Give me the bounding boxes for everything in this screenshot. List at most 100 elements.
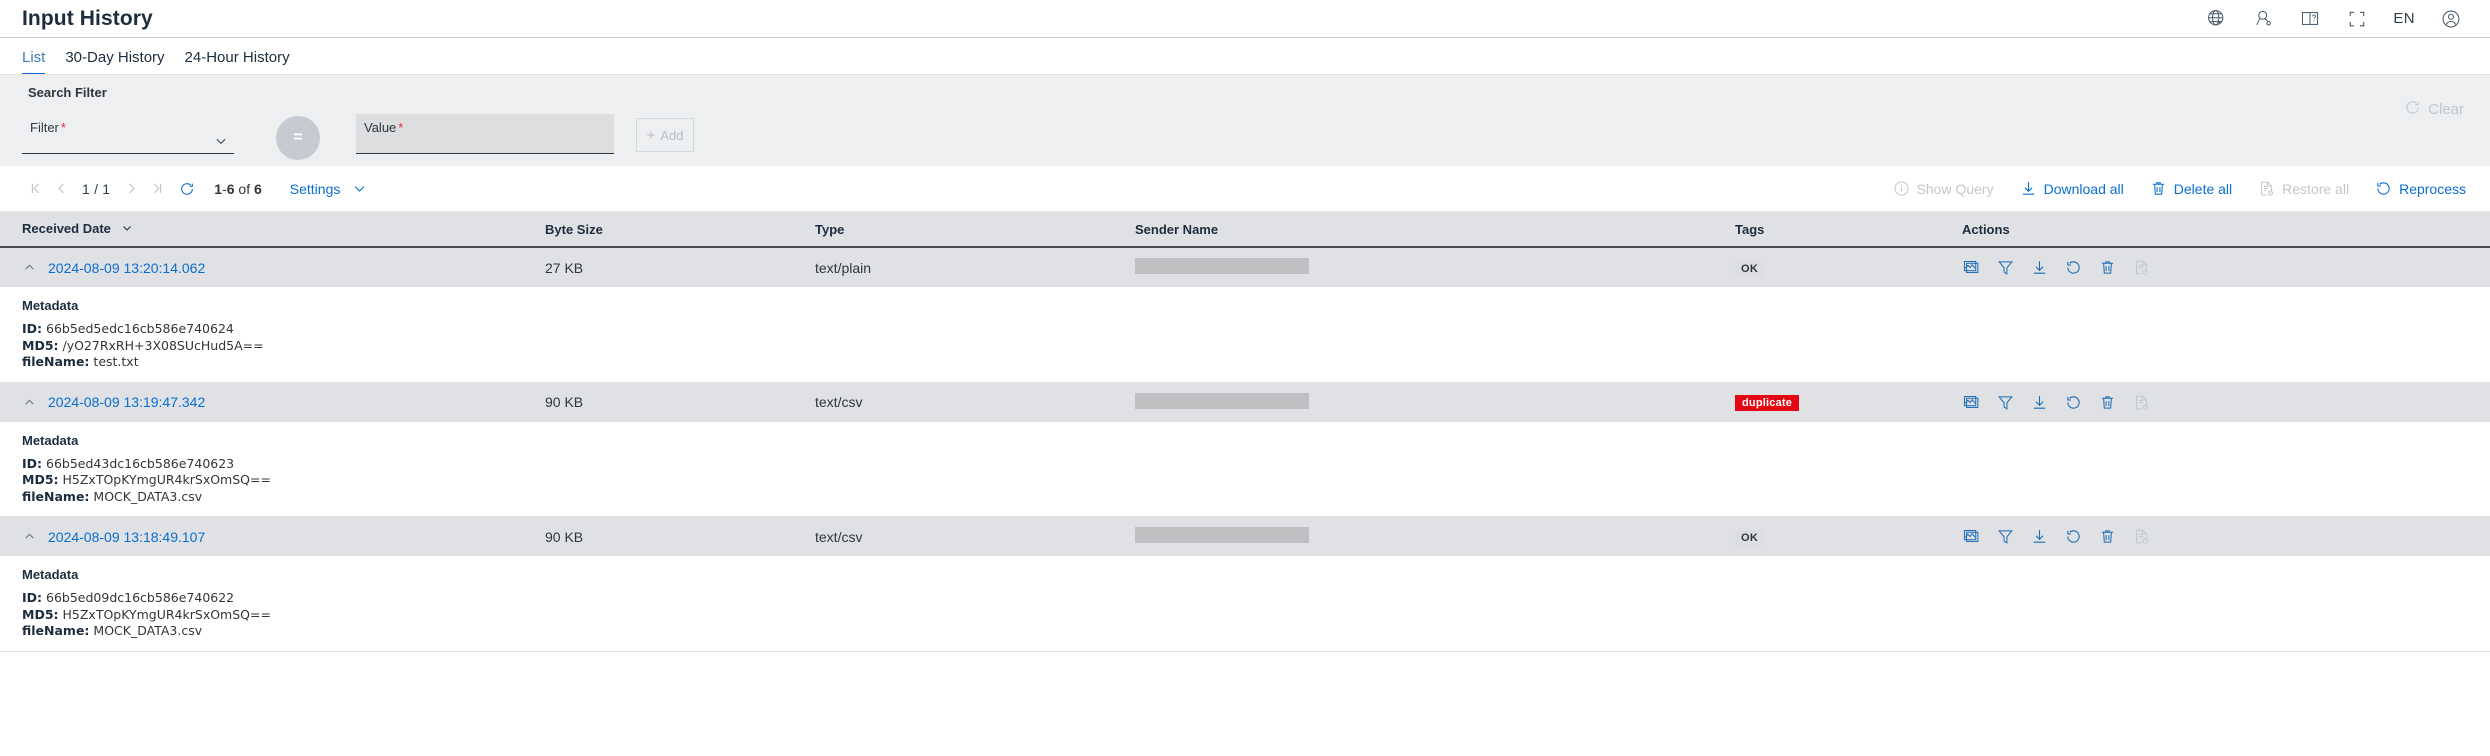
download-icon[interactable] — [2030, 393, 2048, 411]
clear-label: Clear — [2428, 101, 2464, 118]
column-header-received-date[interactable]: Received Date — [0, 221, 545, 237]
row-date-cell: 2024-08-09 13:19:47.342 — [0, 394, 545, 410]
metadata-panel: Metadata ID: 66b5ed09dc16cb586e740622 MD… — [0, 556, 2490, 652]
filter-funnel-icon[interactable] — [1996, 528, 2014, 546]
user-account-icon[interactable] — [2440, 8, 2462, 30]
restore-all-button[interactable]: Restore all — [2258, 180, 2349, 197]
column-header-sender-name[interactable]: Sender Name — [1135, 222, 1735, 237]
metadata-title: Metadata — [22, 298, 79, 313]
table-row[interactable]: 2024-08-09 13:19:47.342 90 KB text/csv d… — [0, 382, 2490, 422]
search-filter-title: Search Filter — [28, 85, 107, 100]
delete-icon[interactable] — [2098, 393, 2116, 411]
metadata-panel: Metadata ID: 66b5ed43dc16cb586e740623 MD… — [0, 421, 2490, 517]
filter-select-label: Filter * — [30, 120, 66, 135]
column-header-actions: Actions — [1962, 221, 2010, 237]
pagination-controls: 1 / 1 — [22, 176, 200, 202]
range-last: 6 — [226, 180, 235, 197]
received-date-link[interactable]: 2024-08-09 13:18:49.107 — [48, 529, 205, 545]
support-person-icon[interactable] — [2252, 8, 2274, 30]
download-all-label: Download all — [2043, 180, 2124, 197]
clear-filter-button[interactable]: Clear — [2404, 99, 2464, 120]
row-date-cell: 2024-08-09 13:18:49.107 — [0, 529, 545, 545]
download-icon[interactable] — [2030, 259, 2048, 277]
input-history-table: Received Date Byte Size Type Sender Name… — [0, 212, 2490, 652]
metadata-id: ID: 66b5ed09dc16cb586e740622 — [22, 590, 235, 605]
value-input[interactable]: Value * — [356, 114, 614, 154]
settings-chevron-down-icon[interactable] — [352, 181, 367, 196]
tab-30-day-history[interactable]: 30-Day History — [65, 49, 164, 74]
globe-icon[interactable] — [2205, 8, 2227, 30]
range-of: of — [238, 180, 251, 197]
range-total: 6 — [253, 180, 262, 197]
next-page-button[interactable] — [118, 176, 144, 202]
delete-all-button[interactable]: Delete all — [2150, 180, 2232, 197]
last-page-button[interactable] — [144, 176, 170, 202]
preview-icon[interactable] — [1962, 528, 1980, 546]
filter-funnel-icon[interactable] — [1996, 393, 2014, 411]
reprocess-button[interactable]: Reprocess — [2375, 180, 2466, 197]
download-icon — [2020, 180, 2037, 197]
table-row[interactable]: 2024-08-09 13:20:14.062 27 KB text/plain… — [0, 248, 2490, 287]
column-header-tags[interactable]: Tags — [1735, 222, 1960, 237]
row-sender-name — [1135, 527, 1735, 546]
table-header-row: Received Date Byte Size Type Sender Name… — [0, 212, 2490, 248]
row-type: text/plain — [815, 259, 872, 276]
clear-refresh-icon — [2404, 99, 2421, 120]
restore-icon[interactable] — [2064, 393, 2082, 411]
add-filter-button[interactable]: + Add — [636, 118, 694, 152]
language-selector[interactable]: EN — [2393, 10, 2415, 27]
fullscreen-icon[interactable] — [2346, 8, 2368, 30]
delete-icon[interactable] — [2098, 528, 2116, 546]
restore-icon[interactable] — [2064, 259, 2082, 277]
chevron-up-icon[interactable] — [22, 530, 36, 544]
column-header-type[interactable]: Type — [815, 222, 1135, 237]
metadata-title: Metadata — [22, 567, 79, 582]
column-header-byte-size[interactable]: Byte Size — [545, 222, 815, 237]
first-page-button[interactable] — [22, 176, 48, 202]
operator-equals-button[interactable]: = — [276, 116, 320, 160]
settings-button[interactable]: Settings — [290, 181, 341, 197]
redacted-sender-bar — [1135, 392, 1309, 409]
table-row[interactable]: 2024-08-09 13:18:49.107 90 KB text/csv O… — [0, 517, 2490, 556]
show-query-button[interactable]: Show Query — [1893, 180, 1994, 197]
delete-icon[interactable] — [2098, 259, 2116, 277]
toolbar-actions: Show Query Download all Delete all Resto… — [1867, 180, 2466, 197]
row-type: text/csv — [815, 528, 863, 545]
metadata-title: Metadata — [22, 432, 79, 448]
row-tags: OK — [1735, 259, 1960, 277]
received-date-link[interactable]: 2024-08-09 13:19:47.342 — [48, 394, 205, 410]
status-badge: duplicate — [1735, 395, 1800, 411]
download-all-button[interactable]: Download all — [2020, 180, 2124, 197]
chevron-up-icon[interactable] — [22, 395, 36, 409]
range-first: 1 — [214, 180, 223, 197]
chevron-up-icon[interactable] — [22, 261, 36, 275]
row-actions-cell — [1960, 393, 2490, 411]
metadata-filename: fileName: MOCK_DATA3.csv — [22, 623, 203, 638]
row-actions-cell — [1960, 259, 2490, 277]
row-actions-cell — [1960, 528, 2490, 546]
row-type: text/csv — [815, 394, 863, 410]
status-badge: OK — [1735, 529, 1765, 546]
row-action-group — [1962, 259, 2490, 277]
metadata-md5: MD5: H5ZxTOpKYmgUR4krSxOmSQ== — [22, 606, 271, 622]
book-help-icon[interactable] — [2299, 8, 2321, 30]
tab-24-hour-history[interactable]: 24-Hour History — [185, 49, 290, 74]
previous-page-button[interactable] — [48, 176, 74, 202]
row-action-group — [1962, 528, 2490, 546]
received-date-link[interactable]: 2024-08-09 13:20:14.062 — [48, 260, 205, 276]
reprocess-document-icon — [2132, 528, 2150, 546]
metadata-id: ID: 66b5ed43dc16cb586e740623 — [22, 455, 235, 471]
preview-icon[interactable] — [1962, 259, 1980, 277]
preview-icon[interactable] — [1962, 393, 1980, 411]
download-icon[interactable] — [2030, 528, 2048, 546]
refresh-button[interactable] — [174, 176, 200, 202]
filter-select[interactable]: Filter * — [22, 114, 234, 154]
restore-icon[interactable] — [2064, 528, 2082, 546]
header-icon-group: EN — [2205, 8, 2462, 30]
metadata-md5: MD5: H5ZxTOpKYmgUR4krSxOmSQ== — [22, 472, 271, 487]
reprocess-document-icon — [2132, 393, 2150, 411]
tab-list[interactable]: List — [22, 49, 46, 76]
filter-funnel-icon[interactable] — [1996, 259, 2014, 277]
row-tags: OK — [1735, 528, 1960, 546]
restore-all-label: Restore all — [2282, 180, 2350, 197]
